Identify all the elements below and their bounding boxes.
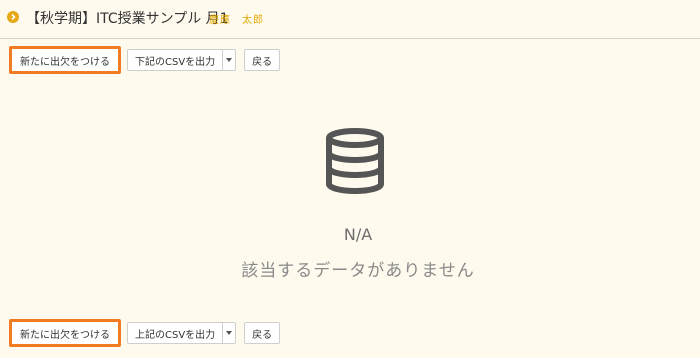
- course-title: 【秋学期】ITC授業サンプル 月1: [26, 11, 229, 27]
- csv-export-button[interactable]: 上記のCSVを出力: [127, 322, 223, 344]
- bottom-toolbar: 新たに出欠をつける 上記のCSVを出力 戻る: [9, 319, 281, 347]
- back-button[interactable]: 戻る: [244, 49, 281, 71]
- csv-export-split-button: 下記のCSVを出力: [127, 49, 237, 71]
- new-attendance-button[interactable]: 新たに出欠をつける: [9, 319, 121, 347]
- chevron-right-circle-icon: [7, 11, 19, 23]
- csv-export-button[interactable]: 下記のCSVを出力: [127, 49, 223, 71]
- new-attendance-button[interactable]: 新たに出欠をつける: [9, 46, 121, 74]
- csv-export-split-button: 上記のCSVを出力: [127, 322, 237, 344]
- csv-export-dropdown-button[interactable]: [222, 322, 237, 344]
- top-toolbar: 新たに出欠をつける 下記のCSVを出力 戻る: [9, 46, 281, 74]
- database-icon: [326, 128, 384, 194]
- csv-export-dropdown-button[interactable]: [222, 49, 237, 71]
- caret-down-icon: [226, 331, 233, 335]
- no-data-message: 該当するデータがありません: [241, 261, 475, 281]
- page-header: 【秋学期】ITC授業サンプル 月1 慶應 太郎: [0, 0, 700, 39]
- na-label: N/A: [343, 225, 373, 244]
- back-button[interactable]: 戻る: [244, 322, 281, 344]
- caret-down-icon: [226, 58, 233, 62]
- instructor-name: 慶應 太郎: [209, 15, 264, 26]
